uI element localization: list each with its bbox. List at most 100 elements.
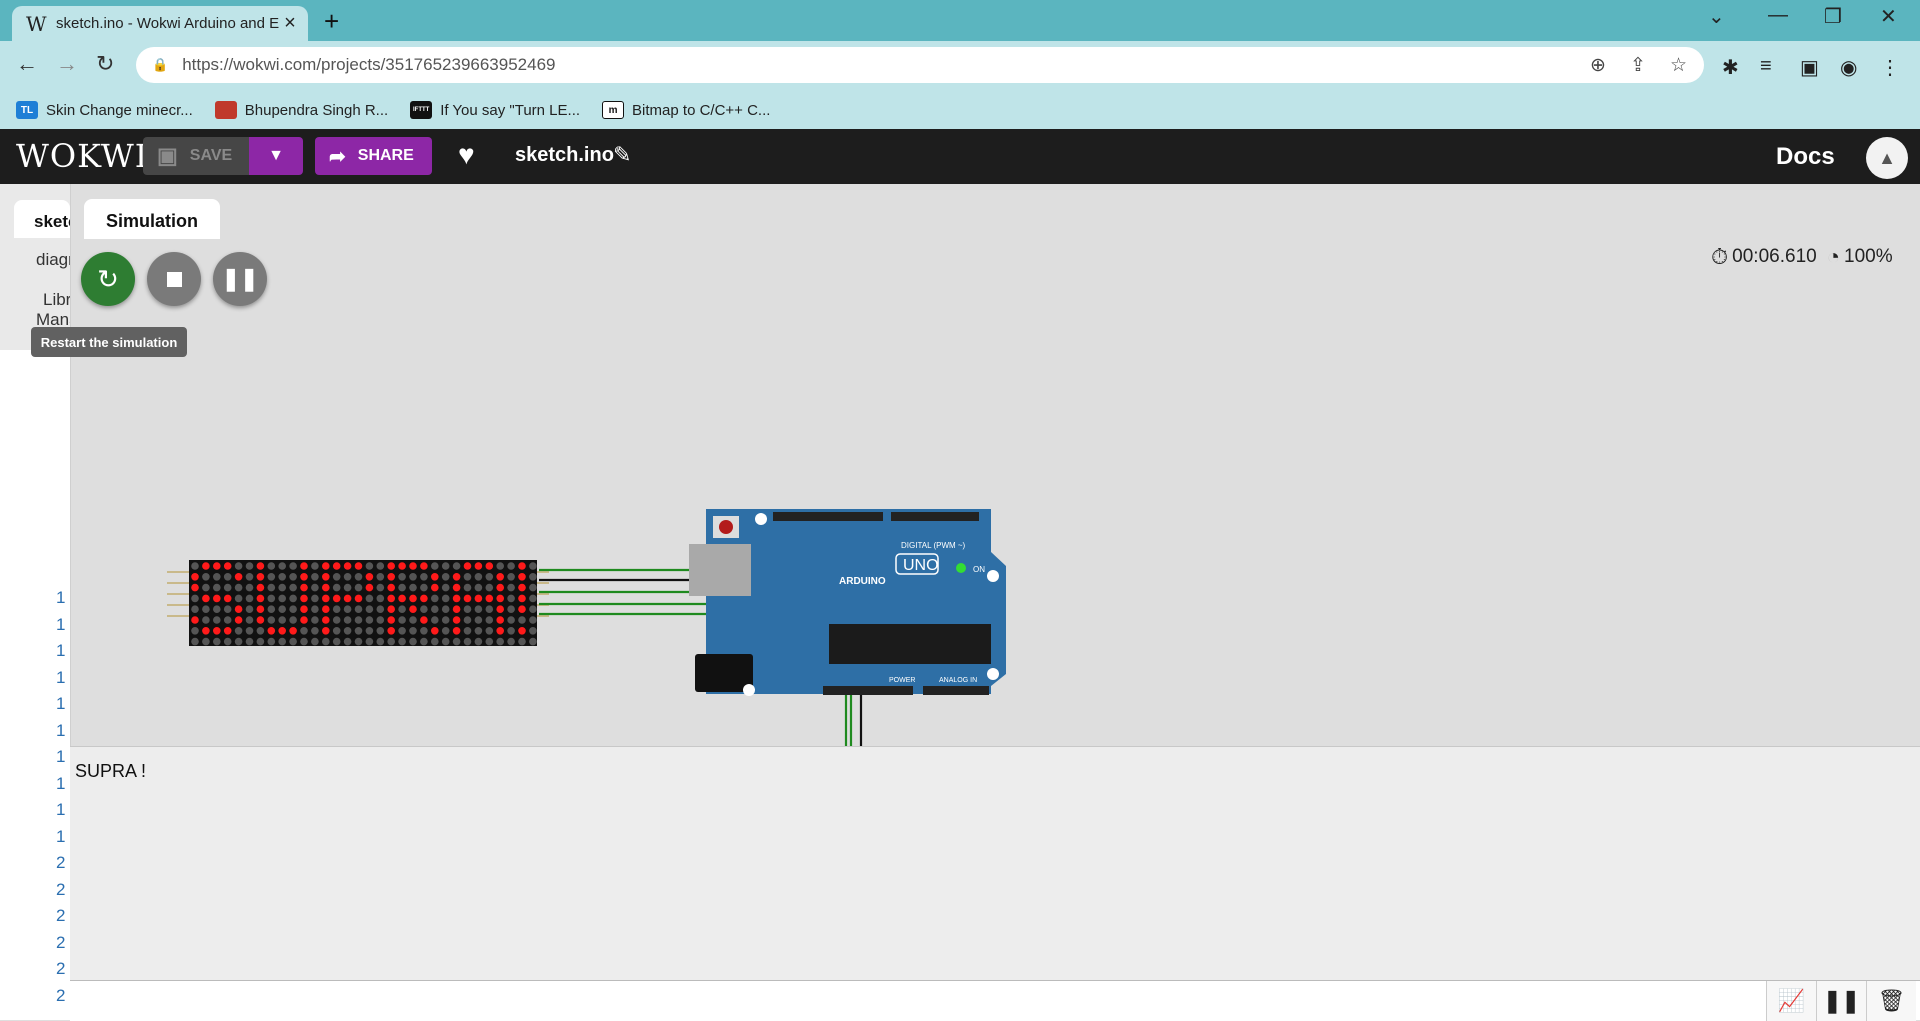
matrix-led: [365, 605, 374, 613]
matrix-led: [496, 616, 505, 624]
matrix-led: [452, 594, 461, 603]
matrix-led: [245, 605, 254, 613]
reload-icon[interactable]: ↻: [96, 51, 114, 77]
matrix-led: [300, 616, 308, 624]
pause-serial-button[interactable]: ❚❚: [1816, 981, 1866, 1021]
wokwi-logo[interactable]: WOKWI: [16, 137, 148, 175]
bookmark-favicon-icon: IFTTT: [410, 101, 433, 119]
matrix-led: [300, 627, 308, 635]
matrix-led: [213, 594, 221, 603]
back-icon[interactable]: ←: [16, 51, 38, 77]
bookmark-item[interactable]: TL Skin Change minecr...: [16, 101, 193, 119]
side-panel-icon[interactable]: ▣: [1800, 55, 1819, 80]
omnibox[interactable]: 🔒 https://wokwi.com/projects/35176523966…: [136, 47, 1704, 83]
pause-icon: ❚❚: [221, 266, 259, 291]
line-number: 1: [56, 720, 66, 740]
arduino-uno-board[interactable]: ON DIGITAL (PWM ~) UNO ARDUINO POWER ANA…: [689, 509, 1006, 696]
matrix-led: [213, 627, 221, 635]
matrix-led: [518, 627, 526, 635]
digital-header: [773, 512, 883, 521]
line-number: 1: [56, 694, 66, 713]
tab-sketch-ino[interactable]: sketch.ino: [14, 200, 70, 238]
tab-search-icon[interactable]: ⌄: [1708, 4, 1725, 29]
matrix-led: [387, 616, 395, 624]
circuit-canvas[interactable]: ON DIGITAL (PWM ~) UNO ARDUINO POWER ANA…: [161, 504, 1061, 764]
matrix-led: [409, 627, 417, 635]
matrix-led: [332, 605, 341, 613]
profile-icon[interactable]: ◉: [1840, 55, 1857, 80]
matrix-led: [496, 594, 505, 603]
lock-icon[interactable]: 🔒: [152, 57, 168, 73]
matrix-led: [191, 573, 199, 581]
plotter-button[interactable]: 📈: [1766, 981, 1816, 1021]
mount-hole-icon: [755, 513, 767, 525]
matrix-led: [376, 637, 385, 646]
matrix-led: [332, 583, 341, 592]
zoom-icon[interactable]: ⊕: [1590, 54, 1606, 77]
url-text[interactable]: https://wokwi.com/projects/3517652396639…: [182, 55, 555, 75]
restore-icon[interactable]: ❐: [1824, 4, 1842, 29]
matrix-led: [278, 583, 286, 592]
analog-header: [923, 686, 989, 695]
matrix-led: [463, 627, 472, 635]
matrix-led: [398, 594, 406, 603]
stop-simulation-button[interactable]: [147, 252, 201, 306]
pause-simulation-button[interactable]: ❚❚: [213, 252, 267, 306]
close-tab-icon[interactable]: ×: [280, 12, 300, 35]
line-number: 2: [56, 879, 66, 899]
matrix-led: [343, 594, 352, 603]
matrix-led: [507, 616, 515, 624]
matrix-led: [202, 627, 210, 635]
heart-icon[interactable]: ♥: [458, 139, 475, 171]
matrix-led: [234, 573, 243, 581]
share-button[interactable]: ➦ SHARE: [315, 137, 432, 175]
serial-input[interactable]: [70, 981, 1766, 1021]
address-bar: ← → ↻ 🔒 https://wokwi.com/projects/35176…: [0, 41, 1920, 91]
line-number: 2: [56, 959, 66, 978]
minimize-icon[interactable]: —: [1768, 4, 1788, 27]
matrix-led: [398, 573, 406, 581]
matrix-led: [202, 605, 210, 613]
save-button[interactable]: ▣ SAVE: [143, 137, 249, 175]
matrix-led: [300, 562, 308, 570]
matrix-led: [289, 573, 297, 581]
clear-serial-button[interactable]: 🗑: [1866, 981, 1916, 1021]
tab-simulation[interactable]: Simulation: [84, 199, 220, 239]
restart-simulation-button[interactable]: ↻: [81, 252, 135, 306]
bookmark-item[interactable]: IFTTT If You say "Turn LE...: [410, 101, 580, 119]
matrix-led: [245, 583, 254, 592]
simulation-pane: Simulation ↻ ❚❚ Restart the simulation ⏱…: [31, 184, 1920, 754]
project-name[interactable]: sketch.ino: [515, 144, 614, 167]
menu-icon[interactable]: ⋮: [1880, 55, 1900, 80]
matrix-led: [387, 637, 395, 646]
led-matrix[interactable]: [167, 560, 549, 646]
reset-button[interactable]: [719, 520, 733, 534]
user-avatar[interactable]: ▲: [1866, 137, 1908, 179]
matrix-led: [213, 605, 221, 613]
docs-link[interactable]: Docs: [1776, 143, 1835, 171]
bookmark-item[interactable]: m Bitmap to C/C++ C...: [602, 101, 770, 119]
reading-list-icon[interactable]: ≡: [1760, 55, 1772, 78]
new-tab-icon[interactable]: +: [324, 6, 339, 37]
share-page-icon[interactable]: ⇪: [1630, 54, 1646, 77]
matrix-led: [289, 627, 297, 635]
browser-tab[interactable]: W sketch.ino - Wokwi Arduino and E ×: [12, 6, 308, 41]
bookmark-star-icon[interactable]: ☆: [1670, 54, 1687, 77]
matrix-led: [452, 583, 461, 592]
matrix-led: [365, 637, 374, 646]
save-dropdown-button[interactable]: ▼: [249, 137, 303, 175]
pencil-edit-icon[interactable]: ✎: [613, 142, 631, 168]
matrix-led: [398, 562, 406, 570]
matrix-led: [441, 637, 450, 646]
matrix-led: [420, 594, 428, 603]
window-close-icon[interactable]: ✕: [1880, 4, 1897, 29]
bookmarks-bar: TL Skin Change minecr... Bhupendra Singh…: [0, 91, 1920, 129]
matrix-led: [256, 627, 265, 635]
extensions-icon[interactable]: ✱: [1722, 55, 1739, 80]
line-number: 1: [56, 588, 66, 607]
bookmark-item[interactable]: Bhupendra Singh R...: [214, 101, 388, 119]
matrix-led: [343, 583, 352, 592]
matrix-led: [300, 573, 308, 581]
matrix-led: [409, 573, 417, 581]
forward-icon[interactable]: →: [56, 51, 78, 77]
